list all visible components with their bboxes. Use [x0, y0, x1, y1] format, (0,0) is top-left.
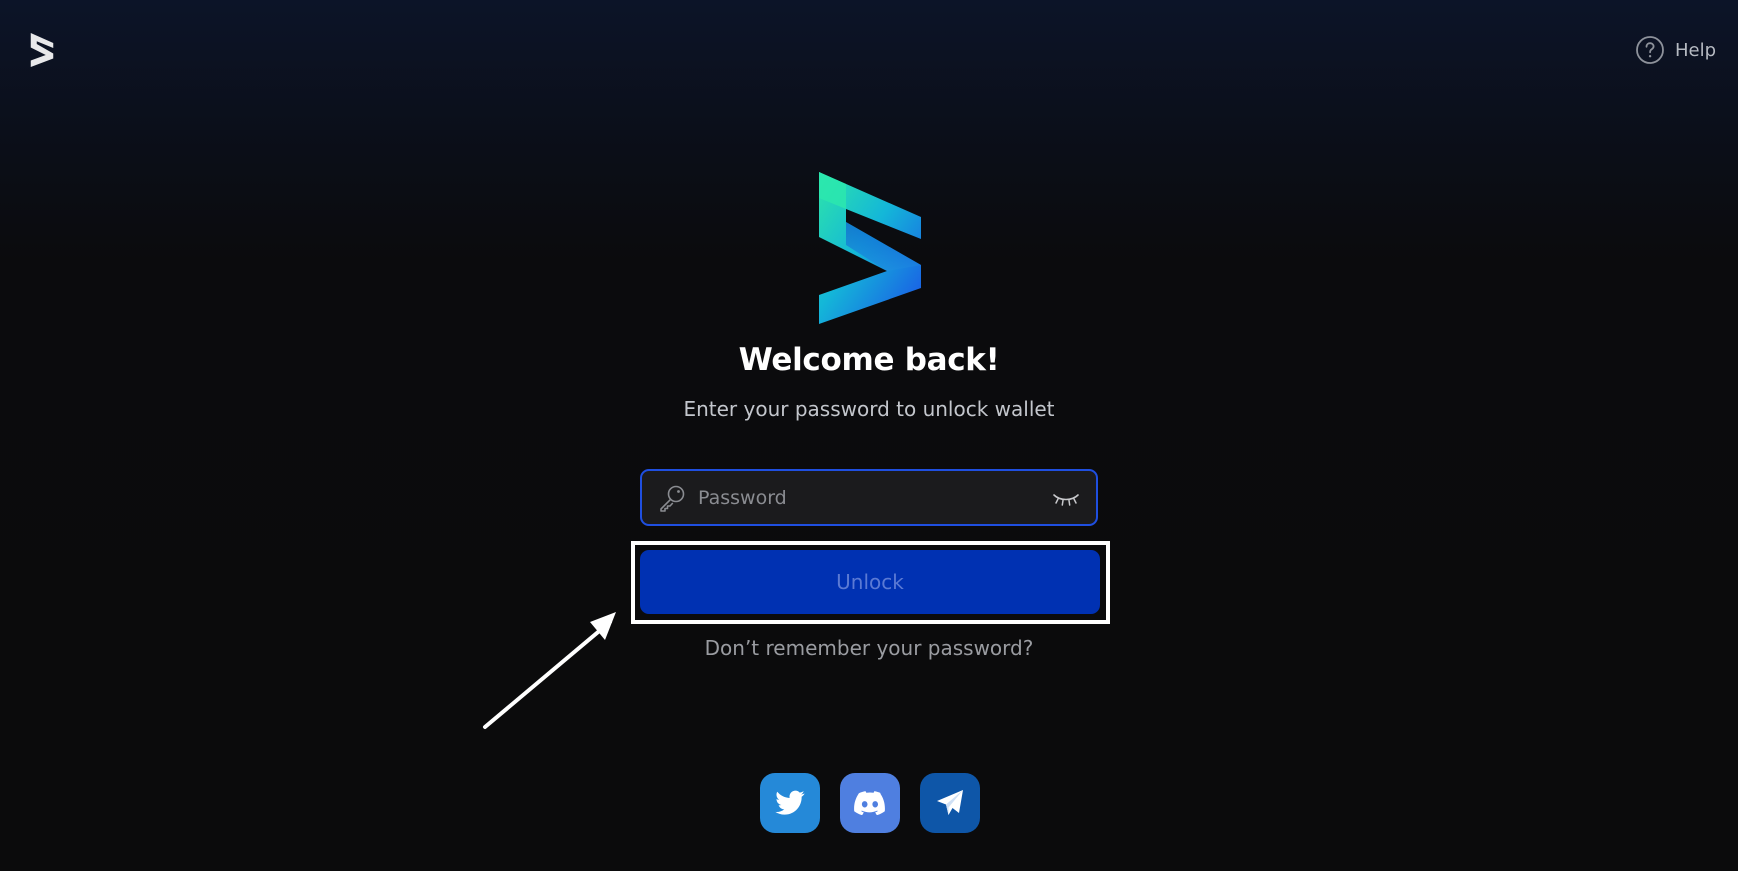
password-field[interactable] — [640, 469, 1098, 526]
unlock-button[interactable]: Unlock — [640, 550, 1100, 614]
twitter-button[interactable] — [760, 773, 820, 833]
eye-closed-icon[interactable] — [1052, 489, 1080, 507]
forgot-password-link[interactable]: Don’t remember your password? — [0, 636, 1738, 660]
question-circle-icon — [1636, 36, 1664, 64]
page-title: Welcome back! — [738, 342, 1000, 378]
wallet-logo-icon[interactable] — [30, 33, 54, 67]
help-button[interactable]: Help — [1635, 35, 1716, 65]
discord-icon — [854, 791, 885, 815]
help-label: Help — [1674, 39, 1716, 61]
twitter-icon — [775, 790, 805, 815]
discord-button[interactable] — [840, 773, 900, 833]
key-icon — [660, 485, 685, 512]
telegram-icon — [937, 790, 963, 815]
social-links — [760, 773, 980, 833]
password-input[interactable] — [687, 471, 1052, 524]
wallet-logo-icon — [819, 172, 921, 324]
arrow-icon — [483, 612, 616, 729]
page-subtitle: Enter your password to unlock wallet — [683, 397, 1055, 421]
telegram-button[interactable] — [920, 773, 980, 833]
